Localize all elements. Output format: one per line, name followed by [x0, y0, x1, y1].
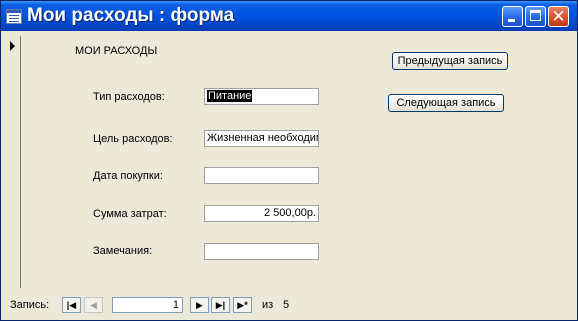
last-record-button[interactable]: ▶| — [211, 297, 230, 313]
form-client-area: МОИ РАСХОДЫ Тип расходов: Питание Цель р… — [4, 31, 574, 317]
minimize-button[interactable] — [502, 6, 523, 27]
form-heading: МОИ РАСХОДЫ — [75, 45, 158, 57]
current-record-input[interactable]: 1 — [112, 297, 183, 313]
previous-record-button[interactable]: Предыдущая запись — [392, 52, 508, 70]
form-detail-section: МОИ РАСХОДЫ Тип расходов: Питание Цель р… — [23, 36, 574, 288]
form-window: Мои расходы : форма ✕ МОИ РАСХОДЫ Тип ра… — [0, 0, 578, 321]
of-label: из — [262, 299, 274, 311]
amount-field[interactable]: 2 500,00р. — [204, 205, 319, 222]
notes-label: Замечания: — [93, 245, 153, 257]
maximize-icon — [530, 10, 541, 21]
expense-purpose-field[interactable]: Жизненная необходимость — [204, 130, 319, 147]
record-selector[interactable] — [4, 36, 21, 288]
last-record-icon: ▶| — [215, 300, 226, 310]
next-record-icon: ▶ — [196, 300, 203, 310]
minimize-icon — [508, 19, 515, 22]
expense-type-value: Питание — [207, 90, 253, 102]
window-title: Мои расходы : форма — [27, 5, 235, 26]
new-record-button[interactable]: ▶* — [233, 297, 252, 313]
close-icon: ✕ — [551, 7, 566, 26]
new-record-icon: ▶* — [237, 300, 248, 310]
next-record-nav-button[interactable]: ▶ — [190, 297, 209, 313]
expense-type-label: Тип расходов: — [93, 91, 165, 103]
total-records: 5 — [283, 299, 290, 311]
prev-record-nav-button[interactable]: ◀ — [84, 297, 103, 313]
first-record-button[interactable]: |◀ — [62, 297, 81, 313]
next-record-button[interactable]: Следующая запись — [388, 94, 504, 112]
current-record-icon — [10, 41, 15, 51]
amount-label: Сумма затрат: — [93, 208, 167, 220]
previous-record-icon: ◀ — [90, 300, 97, 310]
expense-purpose-label: Цель расходов: — [93, 133, 173, 145]
purchase-date-field[interactable] — [204, 167, 319, 184]
notes-field[interactable] — [204, 243, 319, 260]
expense-type-field[interactable]: Питание — [204, 88, 319, 105]
title-bar[interactable]: Мои расходы : форма ✕ — [1, 1, 577, 31]
close-button[interactable]: ✕ — [548, 6, 569, 27]
record-navigation-bar: Запись: |◀ ◀ 1 ▶ ▶| ▶* из 5 — [4, 292, 574, 317]
maximize-button[interactable] — [525, 6, 546, 27]
form-icon — [6, 9, 22, 24]
purchase-date-label: Дата покупки: — [93, 170, 163, 182]
first-record-icon: |◀ — [66, 300, 77, 310]
record-label: Запись: — [10, 299, 50, 311]
